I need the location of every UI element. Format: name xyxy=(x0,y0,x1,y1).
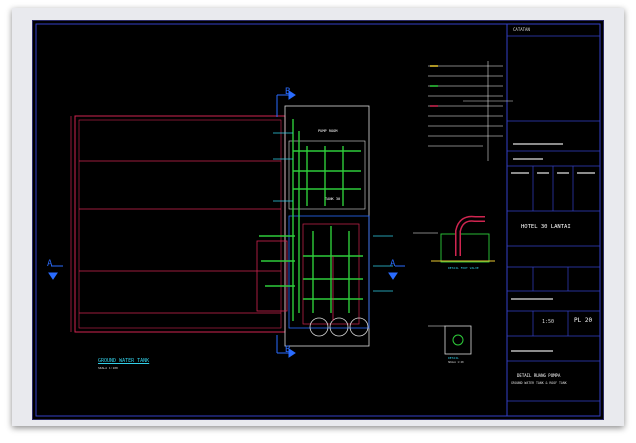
detail-sump xyxy=(428,325,472,355)
sheet-number: PL 20 xyxy=(574,317,593,324)
section-b-top-label: B xyxy=(285,87,291,97)
title-block-grid xyxy=(507,35,600,402)
title-block-header: CATATAN xyxy=(513,27,530,32)
detail-foot-valve xyxy=(413,215,495,263)
detail-2-sub: SKALA 1:20 xyxy=(448,361,464,364)
sheet-title-line-2: GROUND WATER TANK & ROOF TANK xyxy=(511,381,567,385)
drawing-scale: 1:50 xyxy=(542,319,555,325)
drawing-sheet: B B A A PUMP ROOM TANK 30 GROUND WATER T… xyxy=(32,20,604,420)
tank-label: TANK 30 xyxy=(325,197,341,201)
ground-water-tank xyxy=(70,115,286,333)
section-a-left-label: A xyxy=(47,259,53,269)
section-b-bottom-label: B xyxy=(285,345,291,355)
section-a-right-label: A xyxy=(390,259,396,269)
sheet-title-line-1: DETAIL RUANG POMPA xyxy=(517,373,561,378)
legend xyxy=(428,61,513,161)
pump-room xyxy=(256,105,393,347)
plan-title: GROUND WATER TANK xyxy=(98,358,150,364)
title-block-frame xyxy=(506,23,601,417)
detail-2-label: DETAIL xyxy=(448,356,459,360)
pump-room-label: PUMP ROOM xyxy=(318,129,338,133)
detail-1-label: DETAIL FOOT VALVE xyxy=(448,266,479,270)
project-name: HOTEL 30 LANTAI xyxy=(521,224,571,230)
plan-scale: SKALA 1:100 xyxy=(98,366,118,370)
